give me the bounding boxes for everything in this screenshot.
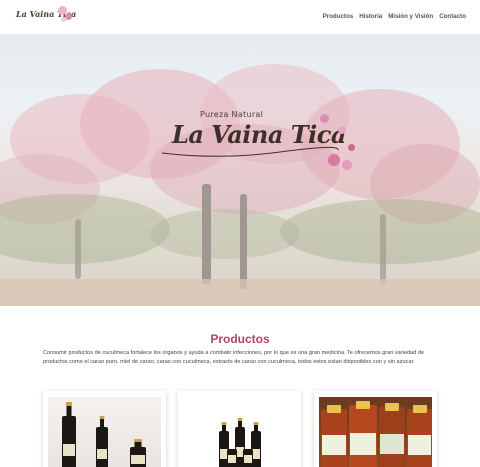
- product-image: [319, 397, 432, 467]
- product-card-3[interactable]: [314, 391, 437, 467]
- nav-item-historia[interactable]: Historia: [359, 13, 382, 20]
- hero-subtitle: Pureza Natural: [200, 110, 264, 119]
- site-header: La Vaina Tica Productos Historia Misión …: [0, 0, 480, 34]
- bottle-icon: [243, 449, 253, 467]
- bottle-icon: [349, 401, 377, 467]
- hero-title: La Vaina Tica: [172, 120, 346, 149]
- product-card-2[interactable]: [178, 391, 301, 467]
- bottle-icon: [130, 439, 146, 467]
- products-description: Consumir productos de cuculmeca fortalec…: [43, 350, 425, 365]
- blossom-icon: [342, 160, 352, 170]
- nav-item-productos[interactable]: Productos: [323, 13, 354, 20]
- site-logo[interactable]: La Vaina Tica: [16, 6, 76, 26]
- product-image: [183, 397, 296, 467]
- blossom-icon: [348, 144, 355, 151]
- bottle-icon: [321, 405, 347, 467]
- bottle-icon: [227, 449, 237, 467]
- nav-item-mision-vision[interactable]: Misión y Visión: [388, 13, 433, 20]
- blossom-icon: [320, 114, 329, 123]
- blossom-icon: [328, 154, 340, 166]
- product-image: [48, 397, 161, 467]
- blossom-icon: [338, 126, 346, 134]
- hero-logo: Pureza Natural La Vaina Tica: [160, 106, 370, 196]
- bottle-icon: [62, 402, 76, 467]
- product-card-1[interactable]: [43, 391, 166, 467]
- bottle-icon: [379, 403, 405, 467]
- bottle-icon: [96, 416, 108, 467]
- hero-banner: Pureza Natural La Vaina Tica: [0, 34, 480, 306]
- products-title: Productos: [210, 332, 270, 346]
- logo-blossom-icon: [61, 17, 66, 22]
- logo-blossom-icon: [65, 13, 72, 20]
- bottle-icon: [407, 405, 432, 467]
- main-nav: Productos Historia Misión y Visión Conta…: [323, 13, 466, 20]
- swirl-ornament-icon: [161, 146, 339, 157]
- nav-item-contacto[interactable]: Contacto: [439, 13, 466, 20]
